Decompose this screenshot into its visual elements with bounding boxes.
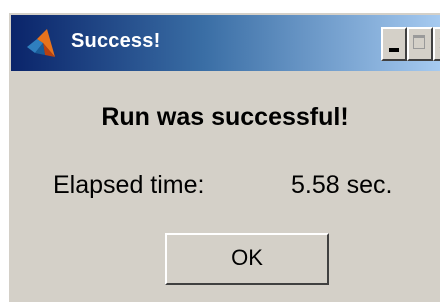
minimize-button[interactable] <box>381 27 407 61</box>
matlab-logo-icon <box>27 29 55 57</box>
title-bar[interactable]: Success! × <box>11 15 440 71</box>
minimize-icon <box>389 48 399 52</box>
ok-button-label: OK <box>231 245 263 270</box>
window-title: Success! <box>71 30 161 52</box>
maximize-button[interactable] <box>407 27 433 61</box>
close-button[interactable]: × <box>433 27 440 61</box>
elapsed-time-value: 5.58 sec. <box>291 171 393 199</box>
ok-button[interactable]: OK <box>165 233 329 285</box>
success-message: Run was successful! <box>101 103 349 131</box>
success-dialog: Success! × Run was successful! Elapsed t… <box>8 12 440 302</box>
maximize-icon <box>413 35 425 49</box>
elapsed-time-label: Elapsed time: <box>53 171 205 199</box>
